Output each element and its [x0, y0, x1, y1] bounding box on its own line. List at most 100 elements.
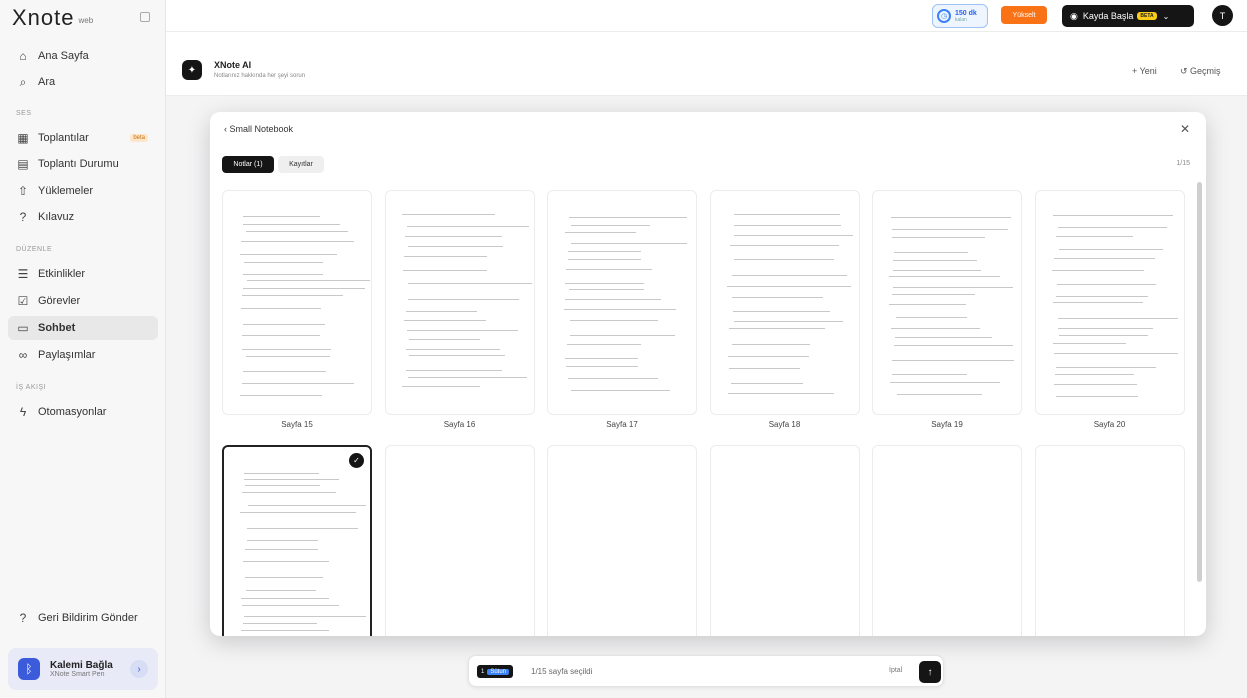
handwriting-line	[727, 393, 835, 395]
sidebar-item-shares[interactable]: ∞ Paylaşımlar	[8, 343, 158, 367]
page-thumbnail[interactable]	[384, 445, 535, 636]
sidebar-item-label: Etkinlikler	[38, 268, 86, 280]
sidebar-item-label: Kılavuz	[38, 211, 75, 223]
sidebar-item-uploads[interactable]: ⇧ Yüklemeler	[8, 179, 158, 203]
handwriting-line	[1057, 284, 1157, 286]
handwriting-line	[1056, 395, 1138, 397]
record-label: Kayda Başla	[1082, 11, 1134, 21]
handwriting-line	[243, 215, 320, 217]
sidebar-item-tasks[interactable]: ☑ Görevler	[8, 289, 158, 313]
automation-icon: ϟ	[19, 405, 27, 419]
credit-indicator[interactable]: ◷ 150 dk kalan	[932, 4, 988, 28]
close-icon[interactable]: ✕	[1180, 122, 1190, 136]
handwriting-line	[241, 335, 321, 337]
handwriting-line	[1053, 384, 1138, 386]
page-thumbnail[interactable]	[1034, 190, 1185, 415]
upload-icon: ⇧	[17, 184, 29, 198]
page-thumbnail[interactable]	[547, 445, 697, 636]
tab-notes[interactable]: Notlar (1)	[222, 156, 274, 173]
handwriting-line	[891, 237, 985, 239]
handwriting-line	[567, 250, 641, 252]
user-avatar[interactable]: T	[1212, 5, 1233, 26]
upgrade-button[interactable]: Yükselt	[1001, 6, 1047, 24]
ai-logo-icon: ✦	[182, 60, 202, 80]
column-chip[interactable]: 1 Sütun	[477, 665, 514, 678]
handwriting-line	[246, 231, 349, 233]
page-thumbnail[interactable]	[384, 190, 535, 415]
handwriting-line	[729, 367, 801, 369]
sidebar-item-label: Sohbet	[38, 322, 76, 334]
handwriting-line	[401, 213, 495, 215]
handwriting-line	[892, 229, 1008, 231]
link-icon: ∞	[18, 348, 28, 362]
history-button[interactable]: ↺ Geçmiş	[1180, 66, 1221, 77]
page-thumbnail[interactable]	[222, 190, 372, 415]
sidebar-item-meetings[interactable]: ▦ Toplantılar beta	[8, 126, 158, 150]
handwriting-line	[406, 370, 502, 372]
sidebar-item-search[interactable]: ⌕ Ara	[8, 70, 158, 94]
handwriting-line	[893, 269, 982, 271]
handwriting-line	[1057, 317, 1179, 319]
tab-recordings[interactable]: Kayıtlar	[278, 156, 324, 173]
handwriting-line	[566, 343, 642, 345]
handwriting-line	[244, 615, 367, 617]
scrollbar[interactable]	[1197, 182, 1202, 582]
handwriting-line	[730, 383, 803, 385]
sidebar-item-label: Ana Sayfa	[38, 50, 89, 62]
arrow-up-icon: ↑	[927, 666, 933, 678]
handwriting-line	[730, 245, 840, 247]
new-chat-button[interactable]: + Yeni	[1132, 66, 1157, 76]
handwriting-line	[727, 356, 809, 358]
sidebar-item-label: Toplantı Durumu	[38, 158, 119, 170]
app-logo[interactable]: Xnote web	[12, 5, 150, 30]
sidebar-toggle-icon[interactable]	[140, 12, 150, 22]
send-button[interactable]: ↑	[919, 661, 941, 683]
ai-header: ✦ XNote AI Notlarınız hakkında her şeyi …	[166, 32, 1247, 96]
section-label-ses: SES	[16, 110, 32, 117]
page-thumbnail[interactable]	[547, 190, 697, 415]
chip-label: Sütun	[487, 668, 510, 675]
back-button[interactable]: ‹ Small Notebook	[224, 124, 293, 134]
handwriting-line	[408, 245, 503, 247]
sidebar-item-chat[interactable]: ▭ Sohbet	[8, 316, 158, 340]
page-thumbnail[interactable]	[872, 445, 1022, 636]
handwriting-line	[242, 604, 340, 606]
sidebar-item-automations[interactable]: ϟ Otomasyonlar	[8, 400, 158, 424]
sidebar-item-meeting-status[interactable]: ▤ Toplantı Durumu	[8, 152, 158, 176]
handwriting-line	[891, 328, 981, 330]
chevron-right-icon[interactable]: ›	[130, 660, 148, 678]
handwriting-line	[242, 287, 366, 289]
sidebar-item-guide[interactable]: ? Kılavuz	[8, 205, 158, 229]
handwriting-line	[405, 235, 503, 237]
handwriting-line	[1055, 373, 1134, 375]
page-thumbnail[interactable]	[1034, 445, 1185, 636]
connect-pen-card[interactable]: ᛒ Kalemi Bağla XNote Smart Pen ›	[8, 648, 158, 690]
logo-text: Xnote	[12, 5, 75, 30]
page-thumbnail[interactable]	[709, 190, 860, 415]
handwriting-line	[1054, 352, 1179, 354]
logo-edition: web	[78, 15, 94, 25]
chevron-down-icon[interactable]: ⌄	[1163, 12, 1170, 21]
handwriting-line	[731, 343, 811, 345]
handwriting-line	[1059, 248, 1163, 250]
handwriting-line	[564, 298, 662, 300]
sidebar-item-events[interactable]: ☰ Etkinlikler	[8, 262, 158, 286]
start-recording-button[interactable]: ◉ Kayda Başla BETA ⌄	[1062, 5, 1194, 27]
handwriting-line	[892, 259, 977, 261]
handwriting-line	[894, 336, 992, 338]
feedback-button[interactable]: ? Geri Bildirim Gönder	[8, 606, 158, 630]
handwriting-line	[891, 217, 1012, 219]
handwriting-line	[246, 280, 370, 282]
handwriting-line	[240, 512, 357, 514]
page-thumbnail[interactable]: ✓	[222, 445, 372, 636]
page-thumbnail[interactable]	[872, 190, 1022, 415]
handwriting-line	[1056, 367, 1157, 369]
page-thumbnail[interactable]	[709, 445, 860, 636]
handwriting-line	[896, 394, 982, 396]
handwriting-line	[570, 243, 688, 245]
sidebar-item-label: Görevler	[38, 295, 81, 307]
history-icon: ↺	[1180, 66, 1191, 76]
sidebar-item-home[interactable]: ⌂ Ana Sayfa	[8, 44, 158, 68]
cancel-button[interactable]: İptal	[889, 667, 902, 674]
handwriting-line	[405, 311, 478, 313]
